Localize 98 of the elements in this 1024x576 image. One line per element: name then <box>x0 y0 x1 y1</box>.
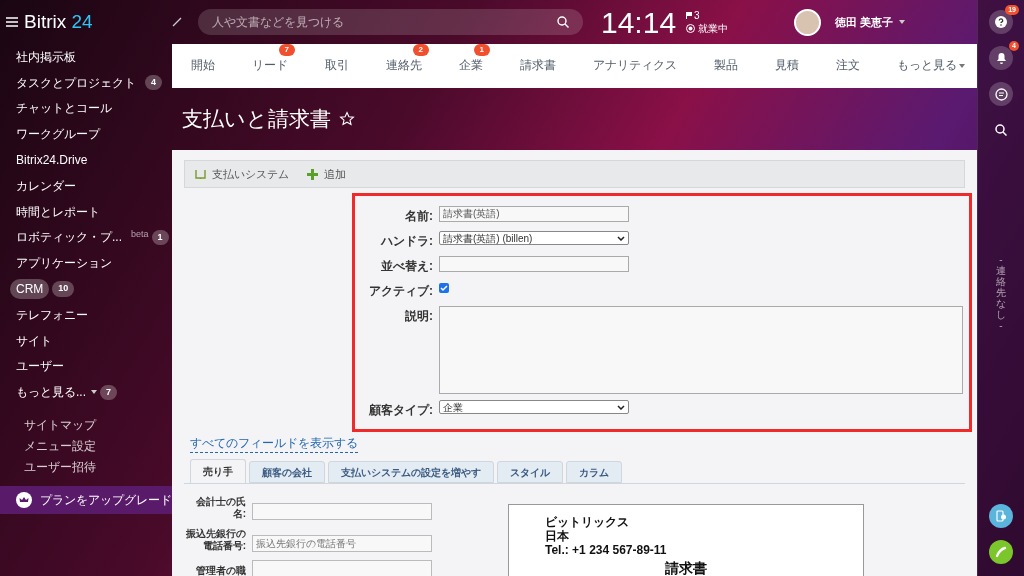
text-input[interactable] <box>252 560 432 576</box>
search-icon <box>995 124 1007 136</box>
nav-tab[interactable]: アナリティクス <box>586 57 684 75</box>
bell-icon <box>995 52 1007 64</box>
sidebar-link[interactable]: メニュー設定 <box>24 440 96 454</box>
nav-tab[interactable]: もっと見る <box>890 57 964 75</box>
phone-sync-button[interactable] <box>989 504 1013 528</box>
invoice-line: Tel.: +1 234 567-89-11 <box>545 543 667 557</box>
sidebar-item[interactable]: タスクとプロジェクト <box>10 73 142 92</box>
nav-tab[interactable]: 連絡先 <box>379 57 429 75</box>
sidebar-link[interactable]: ユーザー招待 <box>24 461 96 475</box>
text-input[interactable] <box>439 256 629 272</box>
sidebar-item[interactable]: チャットとコール <box>10 99 118 118</box>
chat-button[interactable] <box>989 82 1013 106</box>
notifications-button[interactable] <box>989 46 1013 70</box>
sidebar-item[interactable]: 社内掲示板 <box>10 47 82 66</box>
sidebar-item[interactable]: カレンダー <box>10 176 82 195</box>
counter-badge: 2 <box>412 44 429 57</box>
field-label: 管理者の職 <box>195 565 246 576</box>
crown-icon <box>16 492 32 509</box>
sidebar-item[interactable]: CRM <box>10 279 50 300</box>
sidebar-link[interactable]: サイトマップ <box>24 419 96 433</box>
chevron-down-icon <box>617 404 625 410</box>
tab[interactable]: 顧客の会社 <box>249 461 325 483</box>
text-input[interactable] <box>252 503 432 520</box>
sidebar-item[interactable]: アプリケーション <box>10 254 118 273</box>
counter-badge: 7 <box>100 384 118 400</box>
clock: 14:14 <box>601 4 677 41</box>
record-icon <box>686 24 696 33</box>
text-input[interactable]: 請求書(英語) <box>439 206 629 222</box>
counter-badge: 10 <box>52 281 75 297</box>
field-label: 説明: <box>404 308 433 325</box>
nav-tab[interactable]: 開始 <box>184 57 222 75</box>
pencil-icon[interactable] <box>172 17 182 27</box>
search-icon[interactable] <box>557 16 569 28</box>
chat-icon <box>994 87 1008 101</box>
tab[interactable]: 支払いシステムの設定を増やす <box>328 461 494 483</box>
flag-icon <box>686 12 693 19</box>
caret-icon[interactable] <box>959 64 965 68</box>
beta-tag: beta <box>131 227 149 242</box>
work-status[interactable]: 就業中 <box>686 22 729 35</box>
nav-tab[interactable]: リード <box>245 57 295 75</box>
sidebar-item[interactable]: 時間とレポート <box>10 202 106 221</box>
nav-tab[interactable]: 見積 <box>768 57 806 75</box>
no-contacts-text: - 連絡先なし - <box>996 254 1006 331</box>
nav-tab[interactable]: 製品 <box>707 57 745 75</box>
tab[interactable]: スタイル <box>497 461 563 483</box>
sidebar-item[interactable]: テレフォニー <box>10 305 94 324</box>
invoice-line: 日本 <box>545 529 569 543</box>
counter-badge: 4 <box>145 74 162 91</box>
nav-tab[interactable]: 請求書 <box>513 57 563 75</box>
tab[interactable]: 売り手 <box>190 459 246 483</box>
counter-badge: 7 <box>278 44 295 57</box>
nav-tab[interactable]: 取引 <box>318 57 356 75</box>
sidebar-item[interactable]: ワークグループ <box>10 125 106 144</box>
phone-icon <box>995 546 1007 558</box>
counter-badge: 1 <box>151 229 169 246</box>
counter-badge: 1 <box>473 44 490 57</box>
field-label: 名前: <box>404 208 433 225</box>
sidebar-item[interactable]: ロボティック・プ... <box>10 228 128 247</box>
nav-tab[interactable]: 注文 <box>829 57 867 75</box>
caret-icon[interactable] <box>899 20 906 24</box>
menu-icon[interactable] <box>6 17 18 27</box>
tab[interactable]: カラム <box>566 461 622 483</box>
book-icon <box>195 169 206 179</box>
star-icon[interactable] <box>339 111 355 127</box>
nav-tab[interactable]: 企業 <box>452 57 490 75</box>
toolbar-button[interactable]: 支払いシステム <box>195 165 289 183</box>
logo[interactable]: Bitrix 24 <box>24 7 93 37</box>
text-input[interactable]: 振込先銀行の電話番号 <box>252 535 432 552</box>
checkbox[interactable] <box>439 283 449 293</box>
upgrade-plan-button[interactable]: プランをアップグレード <box>0 486 172 515</box>
sidebar-item[interactable]: Bitrix24.Drive <box>10 151 94 170</box>
question-icon <box>995 16 1007 28</box>
phone-cloud-icon <box>995 510 1007 522</box>
select-field[interactable]: 請求書(英語) (billen) <box>439 231 629 245</box>
sidebar-item[interactable]: もっと見る... <box>10 383 92 402</box>
help-button[interactable] <box>989 10 1013 34</box>
field-label: ハンドラ: <box>379 233 433 250</box>
call-button[interactable] <box>989 540 1013 564</box>
chevron-down-icon <box>617 235 625 241</box>
field-label: 会計士の氏名: <box>195 496 246 520</box>
user-name[interactable]: 徳田 美恵子 <box>835 13 894 31</box>
user-avatar[interactable] <box>794 8 822 36</box>
toolbar-button[interactable]: 追加 <box>307 165 346 183</box>
field-label: 振込先銀行の電話番号: <box>185 528 246 552</box>
flag-counter: 3 <box>686 9 700 22</box>
field-label: 並べ替え: <box>380 258 433 275</box>
field-label: 顧客タイプ: <box>368 402 433 419</box>
select-field[interactable]: 企業 <box>439 400 629 414</box>
show-all-fields-link[interactable]: すべてのフィールドを表示する <box>190 434 358 453</box>
sidebar-item[interactable]: サイト <box>10 331 58 350</box>
plus-icon <box>307 168 318 180</box>
invoice-line: ビットリックス <box>545 515 629 529</box>
sidebar-item[interactable]: ユーザー <box>10 357 70 376</box>
field-label: アクティブ: <box>368 283 433 300</box>
page-title: 支払いと請求書 <box>182 106 331 133</box>
invoice-title: 請求書 <box>665 560 707 576</box>
